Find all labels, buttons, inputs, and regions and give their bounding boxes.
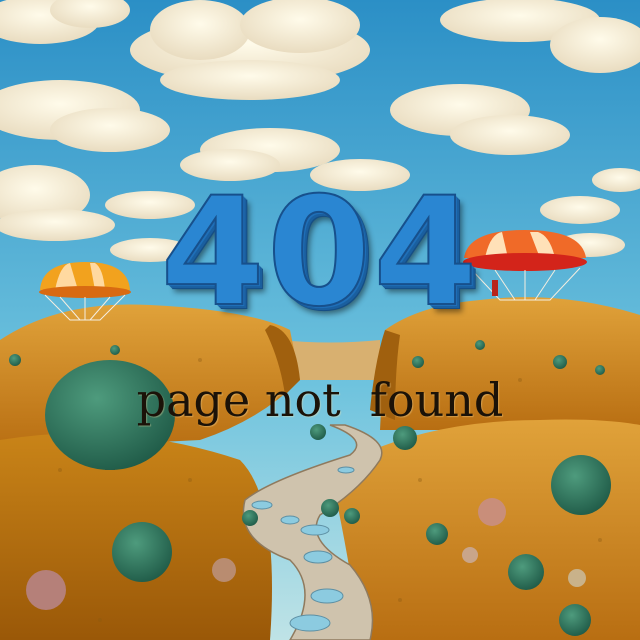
error-message: page not found <box>136 373 504 427</box>
error-code: 404 <box>159 166 480 340</box>
error-page: 404 page not found <box>0 0 640 640</box>
cloud <box>130 0 370 100</box>
